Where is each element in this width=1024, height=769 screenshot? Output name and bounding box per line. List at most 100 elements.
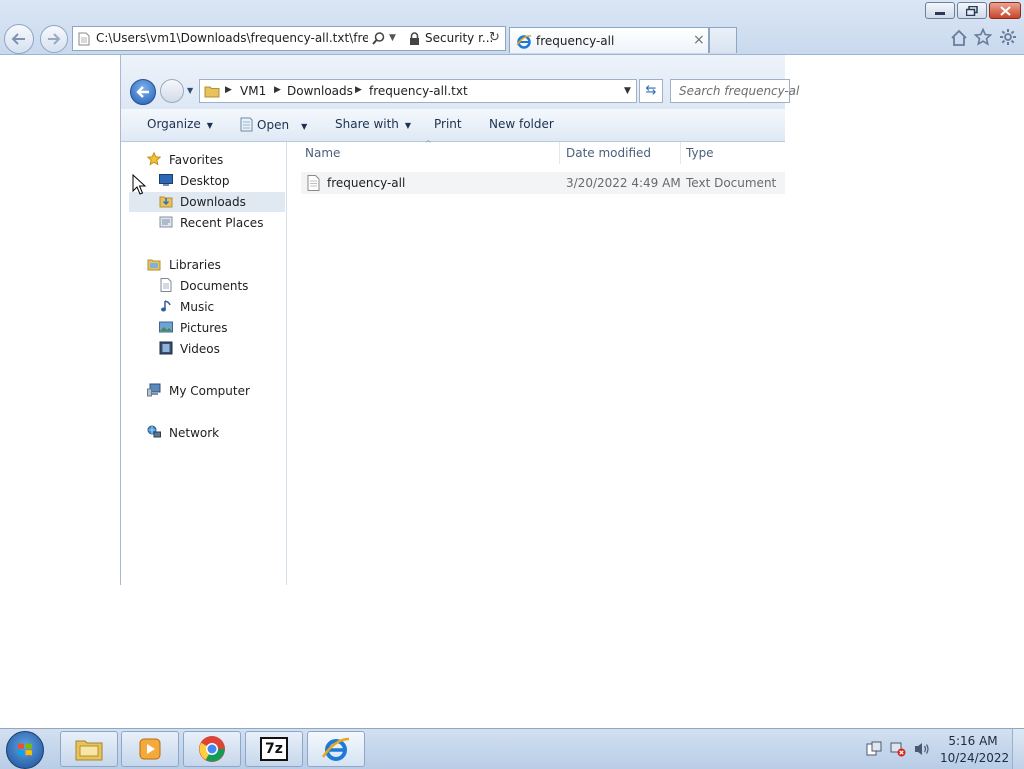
tools-gear-icon[interactable] (999, 28, 1017, 46)
7zip-label: 7z (265, 741, 283, 757)
lock-icon (410, 32, 419, 45)
start-button[interactable] (6, 731, 44, 769)
column-divider[interactable] (559, 142, 560, 164)
chrome-icon (199, 736, 225, 762)
explorer-window: ▼ ▶ VM1 ▶ Downloads ▶ frequency-all.txt … (120, 55, 799, 585)
explorer-forward-button[interactable] (160, 79, 184, 103)
ie-icon (516, 35, 532, 49)
taskbar: 7z 5:16 AM 10/24/2022 (0, 728, 1024, 769)
internet-explorer-icon (321, 737, 350, 761)
restore-icon (966, 5, 978, 16)
address-text[interactable]: C:\Users\vm1\Downloads\frequency-all.txt… (96, 31, 368, 45)
share-with-label: Share with (335, 117, 399, 131)
network-icon (147, 425, 161, 438)
nav-label: Libraries (169, 258, 221, 272)
nav-label: Network (169, 426, 220, 440)
folder-icon (204, 86, 220, 98)
documents-icon (160, 278, 172, 292)
column-header-type[interactable]: Type (686, 146, 714, 160)
chevron-down-icon: ▼ (206, 121, 213, 130)
nav-label: Desktop (180, 174, 230, 188)
open-label: Open (257, 118, 290, 132)
nav-label: Pictures (180, 321, 228, 335)
file-row[interactable]: frequency-all 3/20/2022 4:49 AM Text Doc… (301, 172, 785, 194)
file-type: Text Document (686, 176, 777, 190)
clock-date[interactable]: 10/24/2022 (940, 751, 1009, 765)
nav-label: Music (180, 300, 215, 314)
star-icon (147, 152, 161, 166)
open-button[interactable]: Open ▼ (239, 117, 307, 132)
recent-pages-dropdown-icon[interactable]: ▼ (187, 86, 193, 95)
address-dropdown-icon[interactable]: ▼ (624, 86, 631, 96)
volume-icon[interactable] (914, 741, 931, 757)
command-bar: Organize ▼ Open ▼ Share with ▼ Print New fo… (121, 109, 785, 142)
explorer-back-button[interactable] (130, 79, 156, 105)
file-list-pane: ^ Name Date modified Type frequency-all … (287, 139, 785, 585)
breadcrumb-separator-icon[interactable]: ▶ (225, 85, 232, 95)
address-bar[interactable]: C:\Users\vm1\Downloads\frequency-all.txt… (72, 26, 506, 51)
breadcrumb-vm1[interactable]: VM1 (240, 84, 266, 98)
show-desktop-button[interactable] (1012, 729, 1024, 769)
explorer-navigation-bar: ▼ ▶ VM1 ▶ Downloads ▶ frequency-all.txt … (121, 55, 799, 109)
column-header-name[interactable]: Name (305, 146, 340, 160)
clock-time[interactable]: 5:16 AM (940, 734, 1006, 748)
dropdown-icon[interactable]: ▼ (389, 33, 396, 43)
breadcrumb-separator-icon[interactable]: ▶ (274, 85, 281, 95)
nav-label: My Computer (169, 384, 250, 398)
action-center-icon[interactable] (866, 741, 882, 757)
taskbar-7zip[interactable]: 7z (245, 731, 303, 767)
tab-label: frequency-all (536, 34, 615, 48)
recent-places-icon (159, 216, 173, 228)
computer-icon (147, 383, 161, 397)
back-arrow-icon (136, 86, 149, 98)
search-icon[interactable] (372, 32, 385, 45)
home-icon[interactable] (950, 29, 968, 46)
explorer-search-input[interactable]: Search frequency-al (670, 79, 799, 103)
folder-icon (75, 740, 103, 761)
breadcrumb[interactable]: ▶ VM1 ▶ Downloads ▶ frequency-all.txt ▼ (199, 79, 637, 103)
new-tab-button[interactable] (709, 27, 737, 53)
print-button[interactable]: Print (434, 117, 462, 131)
forward-icon (48, 33, 61, 45)
network-error-icon[interactable] (890, 741, 906, 757)
organize-button[interactable]: Organize ▼ (147, 117, 213, 131)
column-header-date-modified[interactable]: Date modified (566, 146, 651, 160)
desktop-icon (159, 174, 173, 186)
7zip-icon: 7z (260, 737, 288, 761)
text-file-icon (307, 175, 320, 191)
restore-button[interactable] (957, 2, 987, 19)
media-player-icon (139, 738, 161, 760)
column-divider[interactable] (680, 142, 681, 164)
breadcrumb-separator-icon[interactable]: ▶ (355, 85, 362, 95)
favorites-star-icon[interactable] (974, 28, 992, 46)
forward-button[interactable] (40, 25, 68, 53)
notepad-icon (240, 117, 253, 132)
taskbar-chrome[interactable] (183, 731, 241, 767)
minimize-button[interactable] (925, 2, 955, 19)
breadcrumb-file[interactable]: frequency-all.txt (369, 84, 468, 98)
page-icon (78, 32, 90, 46)
videos-icon (159, 341, 173, 355)
share-with-button[interactable]: Share with ▼ (335, 117, 411, 131)
taskbar-media-player[interactable] (121, 731, 179, 767)
file-name[interactable]: frequency-all (327, 176, 405, 190)
tab-frequency-all[interactable]: frequency-all × (509, 27, 709, 53)
chevron-down-icon: ▼ (301, 122, 308, 131)
breadcrumb-downloads[interactable]: Downloads (287, 84, 353, 98)
nav-label: Downloads (180, 195, 246, 209)
music-icon (161, 300, 171, 312)
file-date-modified: 3/20/2022 4:49 AM (566, 176, 681, 190)
chevron-down-icon: ▼ (404, 121, 412, 130)
nav-label: Recent Places (180, 216, 264, 230)
new-folder-button[interactable]: New folder (489, 117, 554, 131)
taskbar-windows-explorer[interactable] (60, 731, 118, 767)
close-window-button[interactable] (989, 2, 1021, 19)
explorer-refresh-button[interactable]: ⇆ (639, 79, 663, 103)
security-report-text[interactable]: Security r... (425, 31, 493, 45)
refresh-icon[interactable]: ↻ (489, 30, 500, 45)
sort-indicator-icon: ^ (425, 139, 432, 148)
downloads-folder-icon (159, 196, 173, 208)
taskbar-internet-explorer[interactable] (307, 731, 365, 767)
close-icon[interactable]: × (693, 32, 705, 48)
back-button[interactable] (4, 24, 34, 54)
